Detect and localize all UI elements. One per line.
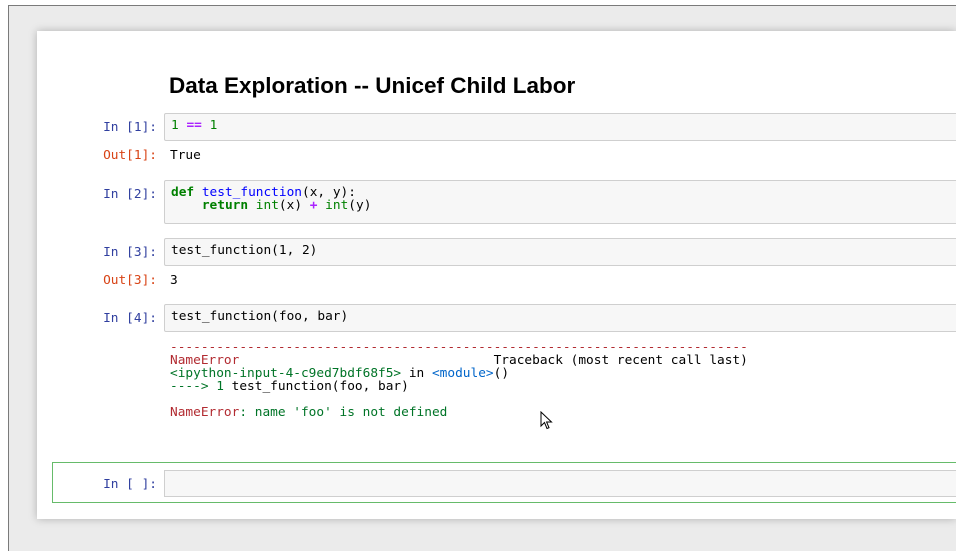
code-text: test_function(foo, bar) xyxy=(171,309,349,324)
code-token: return xyxy=(201,198,249,213)
traceback-arrow-code: test_function(foo, bar) xyxy=(231,379,409,394)
traceback-output: ----------------------------------------… xyxy=(170,341,748,419)
cell-1-in-prompt: In [1]: xyxy=(103,120,157,135)
code-token: (x) xyxy=(278,198,310,213)
code-text: test_function(1, 2) xyxy=(171,243,318,258)
code-token: 1 xyxy=(209,118,218,133)
cell-1-output: True xyxy=(170,148,201,163)
cell-1-input[interactable]: 1 == 1 xyxy=(164,113,956,141)
cell-3-in-prompt: In [3]: xyxy=(103,245,157,260)
cell-3-output: 3 xyxy=(170,273,178,288)
cell-4-input[interactable]: test_function(foo, bar) xyxy=(164,304,956,332)
error-message-name: NameError xyxy=(170,405,240,420)
cell-5-in-prompt: In [ ]: xyxy=(103,477,157,492)
code-token: int xyxy=(255,198,279,213)
cell-5-input[interactable] xyxy=(164,470,956,497)
code-token: (y) xyxy=(348,198,372,213)
code-token: int xyxy=(325,198,349,213)
cell-1-out-prompt: Out[1]: xyxy=(103,148,157,163)
traceback-module: <module> xyxy=(431,366,494,381)
cell-2-in-prompt: In [2]: xyxy=(103,187,157,202)
cell-4-in-prompt: In [4]: xyxy=(103,311,157,326)
cell-2-input[interactable]: def test_function(x, y): return int(x) +… xyxy=(164,180,956,224)
error-message: : name 'foo' is not defined xyxy=(239,405,448,420)
cell-3-input[interactable]: test_function(1, 2) xyxy=(164,238,956,266)
code-token: == xyxy=(186,118,202,133)
traceback-module-paren: () xyxy=(493,366,510,381)
traceback-arrow: ----> 1 xyxy=(170,379,232,394)
cell-3-out-prompt: Out[3]: xyxy=(103,273,157,288)
notebook-title: Data Exploration -- Unicef Child Labor xyxy=(169,73,576,98)
code-token: 1 xyxy=(171,118,179,133)
mouse-pointer-icon xyxy=(540,411,553,430)
traceback-header: Traceback (most recent call last) xyxy=(493,353,748,368)
